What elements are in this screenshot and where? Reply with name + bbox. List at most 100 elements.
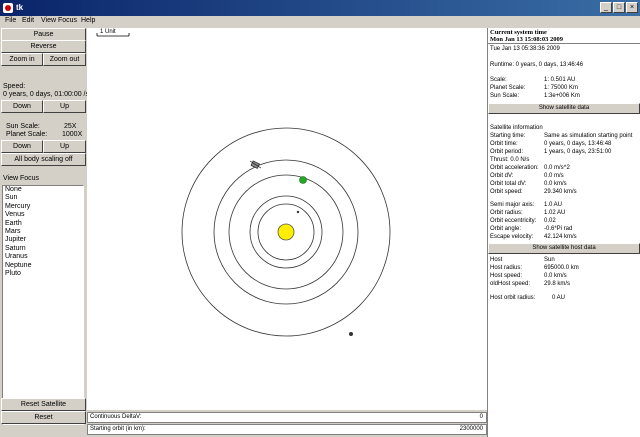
list-item[interactable]: Jupiter (3, 236, 83, 244)
starting-orbit-label: Starting orbit (in km): (90, 426, 146, 432)
title-bar: tk _ □ × (0, 0, 640, 16)
starting-time-label: Starting time: (490, 133, 526, 139)
host-label: Host (490, 257, 503, 263)
list-item[interactable]: None (3, 186, 83, 194)
satellite-icon[interactable] (249, 160, 262, 169)
orbit-speed-label: Orbit speed: (490, 189, 523, 195)
speed-down-button[interactable]: Down (1, 100, 43, 113)
control-panel: Pause Reverse Zoom in Zoom out Speed: 0 … (0, 28, 89, 437)
host-speed-value: 0.0 km/s (544, 273, 567, 279)
orbit-period-value: 1 years, 0 days, 23:51:00 (544, 149, 612, 155)
close-icon[interactable]: × (626, 2, 638, 13)
continuous-deltav-field[interactable]: Continuous DeltaV: 0 (87, 412, 487, 423)
old-host-speed-label: oldHost speed: (490, 281, 531, 287)
orbit-eccentricity-value: 0.02 (544, 218, 556, 224)
info-panel: Current system time Mon Jan 13 15:08:03 … (487, 28, 640, 437)
continuous-deltav-label: Continuous DeltaV: (90, 414, 142, 420)
semi-major-axis-value: 1.0 AU (544, 202, 563, 208)
sun-scale-value: 1:3e+006 Km (544, 93, 580, 99)
orbit-radius-label: Orbit radius: (490, 210, 523, 216)
scale-down-button[interactable]: Down (1, 140, 43, 153)
orbit-dv-label: Orbit dV: (490, 173, 514, 179)
list-item[interactable]: Earth (3, 220, 83, 228)
orbit-angle-value: -0.6*Pi rad (544, 226, 573, 232)
speed-label: Speed: (3, 83, 26, 90)
host-orbit-radius-value: 0 AU (552, 295, 566, 301)
orbit-total-dv-label: Orbit total dV: (490, 181, 527, 187)
scale-up-button[interactable]: Up (43, 140, 86, 153)
mars-planet-icon[interactable] (349, 332, 353, 336)
orbit-radius-value: 1.02 AU (544, 210, 566, 216)
planet-scale-value: 1000X (62, 131, 83, 138)
orbit-eccentricity-label: Orbit eccentricity: (490, 218, 537, 224)
orbit-total-dv-value: 0.0 km/s (544, 181, 567, 187)
scale-label: Scale: (490, 77, 507, 83)
host-speed-label: Host speed: (490, 273, 523, 279)
list-item[interactable]: Saturn (3, 245, 83, 253)
scale-label: 1 Unit (100, 29, 116, 35)
sun-icon[interactable] (277, 223, 295, 241)
runtime: Runtime: 0 years, 0 days, 13:46:46 (490, 62, 584, 68)
zoom-in-button[interactable]: Zoom in (1, 53, 43, 66)
orbit-time-value: 0 years, 0 days, 13:46:48 (544, 141, 612, 147)
mercury-planet-icon[interactable] (296, 210, 300, 214)
maximize-icon[interactable]: □ (613, 2, 625, 13)
satellite-info-label: Satellite information (490, 125, 543, 131)
list-item[interactable]: Neptune (3, 262, 83, 270)
show-satellite-data-button[interactable]: Show satellite data (488, 103, 640, 114)
host-radius-value: 695000.0 km (544, 265, 579, 271)
thrust-label: Thrust: 0.0 N/s (490, 157, 530, 163)
menu-file[interactable]: File (5, 17, 16, 24)
starting-time-value: Same as simulation starting point (544, 133, 633, 139)
divider (488, 43, 640, 44)
window-controls: _ □ × (600, 2, 638, 13)
starting-orbit-field[interactable]: Starting orbit (in km): 2300000 (87, 424, 487, 435)
sun-scale-label: Sun Scale: (490, 93, 520, 99)
solar-system-canvas[interactable]: 1 Unit (87, 28, 487, 410)
orbit-angle-label: Orbit angle: (490, 226, 522, 232)
starting-orbit-value: 2300000 (459, 426, 483, 432)
start-time: Tue Jan 13 05:38:36 2009 (490, 46, 560, 52)
menu-view-focus[interactable]: View Focus (41, 17, 77, 24)
menu-help[interactable]: Help (81, 17, 95, 24)
zoom-out-button[interactable]: Zoom out (43, 53, 86, 66)
orbit-acceleration-label: Orbit acceleration: (490, 165, 539, 171)
view-focus-label: View Focus (3, 175, 40, 182)
earth-planet-icon[interactable] (299, 176, 307, 184)
semi-major-axis-label: Semi major axis: (490, 202, 535, 208)
list-item[interactable]: Uranus (3, 253, 83, 261)
orbit-view (96, 33, 391, 337)
planet-scale-label: Planet Scale: (6, 131, 48, 138)
speed-value: 0 years, 0 days, 01:00:00 /s (3, 91, 89, 98)
planet-scale-value: 1: 75000 Km (544, 85, 579, 91)
list-item[interactable]: Sun (3, 194, 83, 202)
minimize-icon[interactable]: _ (600, 2, 612, 13)
orbit-speed-value: 29.340 km/s (544, 189, 577, 195)
speed-up-button[interactable]: Up (43, 100, 86, 113)
orbit-acceleration-value: 0.0 m/s^2 (544, 165, 570, 171)
reset-button[interactable]: Reset (1, 411, 86, 424)
reset-satellite-button[interactable]: Reset Satellite (1, 398, 86, 411)
list-item[interactable]: Mars (3, 228, 83, 236)
list-item[interactable]: Pluto (3, 270, 83, 278)
host-orbit-radius-label: Host orbit radius: (490, 295, 536, 301)
menu-edit[interactable]: Edit (22, 17, 34, 24)
current-time-label: Current system time (490, 29, 547, 36)
menu-bar: File Edit View Focus Help (0, 16, 640, 27)
all-body-scaling-button[interactable]: All body scaling off (1, 153, 86, 166)
list-item[interactable]: Mercury (3, 203, 83, 211)
host-value: Sun (544, 257, 555, 263)
escape-velocity-value: 42.124 km/s (544, 234, 577, 240)
scale-value: 1: 0.501 AU (544, 77, 576, 83)
reverse-button[interactable]: Reverse (1, 40, 86, 53)
orbit-time-label: Orbit time: (490, 141, 518, 147)
escape-velocity-label: Escape velocity: (490, 234, 534, 240)
show-host-data-button[interactable]: Show satellite host data (488, 243, 640, 254)
orbit-period-label: Orbit period: (490, 149, 524, 155)
list-item[interactable]: Venus (3, 211, 83, 219)
orbit-dv-value: 0.0 m/s (544, 173, 564, 179)
old-host-speed-value: 29.8 km/s (544, 281, 571, 287)
view-focus-list[interactable]: None Sun Mercury Venus Earth Mars Jupite… (2, 185, 84, 425)
tk-app-icon (3, 3, 13, 13)
planet-scale-label: Planet Scale: (490, 85, 526, 91)
